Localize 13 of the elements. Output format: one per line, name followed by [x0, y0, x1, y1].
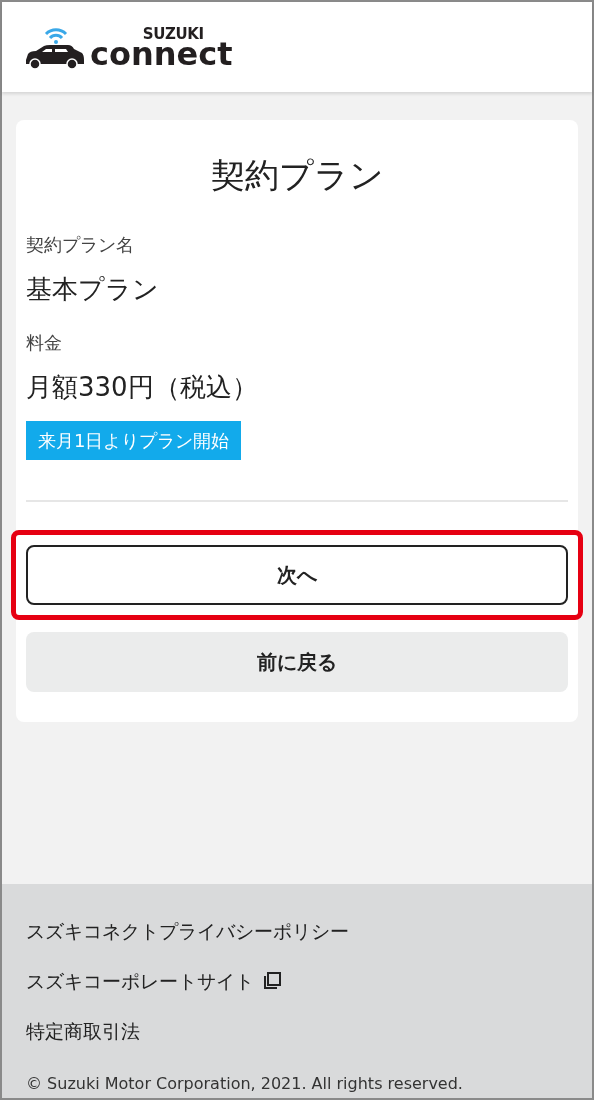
footer-link[interactable]: 特定商取引法 [26, 1016, 140, 1046]
field-value: 月額330円（税込） [26, 371, 259, 404]
copyright-text: © Suzuki Motor Corporation, 2021. All rights reserved. [26, 1073, 464, 1095]
external-link-icon [262, 971, 282, 991]
back-button[interactable]: 前に戻る [26, 632, 568, 692]
footer-link[interactable]: スズキコーポレートサイト [26, 966, 254, 996]
field-label: 料金 [26, 331, 63, 355]
field-value: 基本プラン [26, 273, 160, 306]
field-label: 契約プラン名 [26, 233, 135, 257]
footer-link[interactable]: スズキコネクトプライバシーポリシー [26, 916, 349, 946]
plan-start-badge: 来月1日よりプラン開始 [26, 421, 242, 460]
page-title: 契約プラン [209, 154, 385, 197]
next-button[interactable]: 次へ [26, 545, 568, 605]
